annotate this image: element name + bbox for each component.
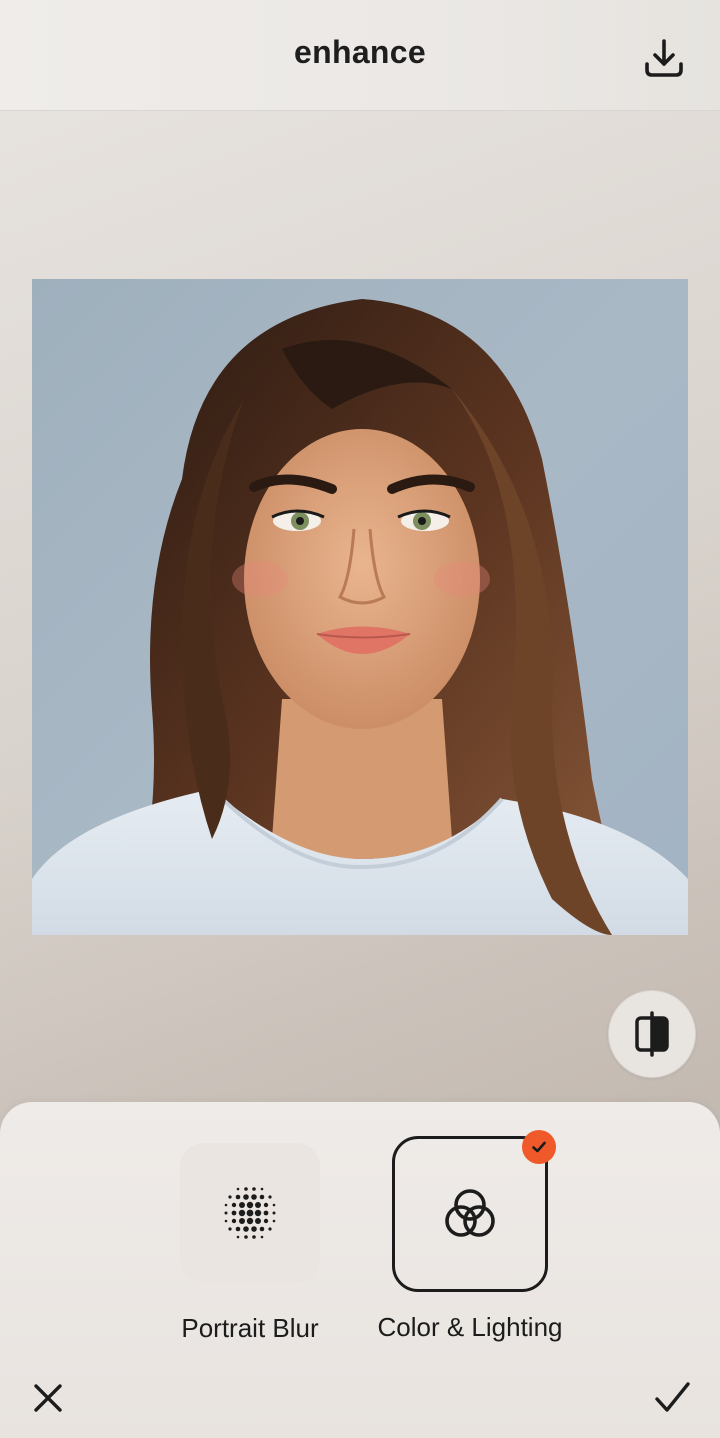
checkmark-icon bbox=[655, 1382, 690, 1412]
tools-sheet bbox=[0, 1102, 720, 1438]
download-button[interactable] bbox=[636, 30, 692, 86]
color-lighting-label: Color & Lighting bbox=[377, 1312, 563, 1342]
check-icon bbox=[532, 1141, 546, 1153]
split-compare-icon bbox=[635, 1011, 669, 1057]
selected-badge bbox=[522, 1130, 556, 1164]
top-bar: enhance bbox=[0, 0, 720, 111]
compare-button[interactable] bbox=[608, 990, 696, 1078]
confirm-button[interactable] bbox=[648, 1374, 696, 1422]
download-icon bbox=[645, 39, 683, 77]
portrait-photo bbox=[32, 279, 688, 935]
tool-color-lighting[interactable]: Color & Lighting bbox=[362, 1130, 578, 1343]
page-title: enhance bbox=[294, 34, 426, 70]
portrait-blur-tile[interactable] bbox=[180, 1143, 320, 1283]
color-lighting-tile[interactable] bbox=[392, 1130, 556, 1292]
dot-grid-icon bbox=[224, 1187, 276, 1239]
portrait-blur-label: Portrait Blur bbox=[181, 1313, 319, 1343]
cancel-button[interactable] bbox=[26, 1376, 70, 1420]
close-icon bbox=[34, 1384, 62, 1412]
interlocking-circles-icon bbox=[445, 1189, 495, 1237]
tool-portrait-blur[interactable]: Portrait Blur bbox=[166, 1143, 334, 1344]
